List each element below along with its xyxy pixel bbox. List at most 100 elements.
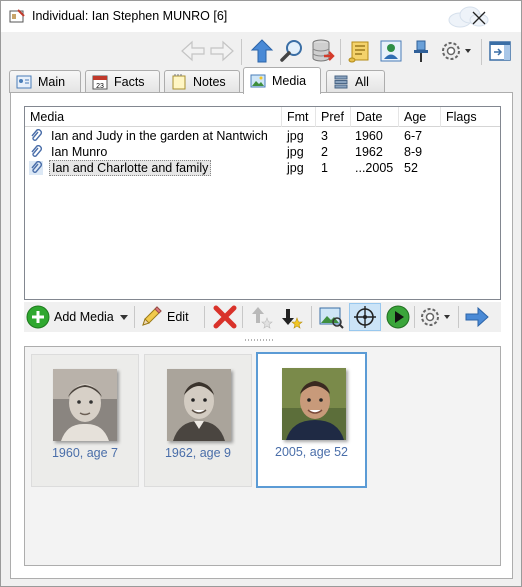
splitter-grip[interactable]: [244, 338, 274, 342]
media-name: Ian and Judy in the garden at Nantwich: [51, 129, 268, 143]
gear-dropdown-icon: [442, 42, 471, 60]
database-icon: [312, 39, 335, 62]
delete-button[interactable]: [213, 303, 237, 331]
tab-media[interactable]: Media: [243, 67, 321, 94]
calendar-icon: 23: [92, 75, 108, 90]
column-date[interactable]: Date: [351, 107, 399, 127]
person-card-icon: [16, 75, 32, 89]
column-age[interactable]: Age: [399, 107, 441, 127]
move-up-button[interactable]: [250, 303, 274, 331]
image-view-icon: [319, 307, 344, 329]
photo-thumbnail: [53, 369, 117, 441]
column-fmt[interactable]: Fmt: [282, 107, 316, 127]
paperclip-icon: [31, 129, 42, 141]
thumbnail-caption: 1960, age 7: [51, 446, 119, 460]
toolbar-separator: [481, 39, 482, 65]
people-icon: [380, 40, 402, 62]
tab-main[interactable]: Main: [9, 70, 81, 93]
toolbar-separator: [242, 306, 243, 328]
gear-dropdown-icon: [421, 308, 450, 326]
right-arrow-icon: [465, 306, 489, 328]
add-media-button[interactable]: Add Media: [26, 303, 129, 331]
paperclip-icon: [31, 145, 42, 157]
toolbar-separator: [204, 306, 205, 328]
media-list[interactable]: Media Fmt Pref Date Age Flags Ian and Ju…: [24, 106, 501, 300]
column-media[interactable]: Media: [25, 107, 282, 127]
move-down-star-icon: [282, 309, 303, 329]
app-icon: [9, 9, 25, 23]
media-settings-button[interactable]: [418, 303, 454, 331]
media-date: ...2005: [355, 161, 394, 175]
up-arrow-icon: [250, 39, 274, 63]
pin-button[interactable]: [407, 37, 435, 65]
notepad-icon: [172, 74, 186, 90]
move-up-star-icon: [252, 307, 273, 329]
report-button[interactable]: [346, 37, 374, 65]
toolbar-separator: [241, 39, 242, 65]
media-format: jpg: [287, 161, 304, 175]
people-button[interactable]: [377, 37, 405, 65]
search-button[interactable]: [278, 37, 306, 65]
individual-window: Individual: Ian Stephen MUNRO [6] Main 2…: [0, 0, 522, 587]
column-pref[interactable]: Pref: [316, 107, 351, 127]
forward-arrow-icon: [210, 40, 234, 62]
thumbnail-caption: 2005, age 52: [275, 445, 348, 459]
media-age: 52: [404, 161, 418, 175]
media-pref: 3: [321, 129, 328, 143]
pin-icon: [414, 40, 428, 62]
thumbnail-item[interactable]: 1962, age 9: [144, 354, 252, 487]
window-sidebar-icon: [489, 41, 511, 61]
media-pref: 1: [321, 161, 328, 175]
calendar-icon-day: 23: [96, 83, 104, 90]
tab-notes-label: Notes: [193, 75, 226, 89]
search-icon: [280, 40, 302, 62]
photo-thumbnail: [167, 369, 231, 441]
play-button[interactable]: [386, 303, 410, 331]
next-button[interactable]: [464, 303, 490, 331]
media-date: 1962: [355, 145, 383, 159]
report-scroll-icon: [348, 41, 369, 63]
tab-all-label: All: [355, 75, 369, 89]
list-item[interactable]: Ian and Charlotte and family jpg 1 ...20…: [25, 160, 500, 176]
settings-dropdown-button[interactable]: [438, 37, 476, 65]
tab-media-label: Media: [272, 74, 307, 88]
media-name: Ian and Charlotte and family: [49, 160, 212, 176]
view-image-button[interactable]: [318, 303, 344, 331]
sidebar-toggle-button[interactable]: [486, 37, 514, 65]
thumbnail-item[interactable]: 1960, age 7: [31, 354, 139, 487]
close-icon[interactable]: [471, 10, 487, 26]
toolbar-separator: [458, 306, 459, 328]
delete-icon: [213, 305, 237, 329]
up-button[interactable]: [248, 37, 276, 65]
back-arrow-icon: [181, 40, 205, 62]
media-date: 1960: [355, 129, 383, 143]
list-item[interactable]: Ian Munro jpg 2 1962 8-9: [25, 144, 500, 160]
media-pref: 2: [321, 145, 328, 159]
toolbar-separator: [414, 306, 415, 328]
media-format: jpg: [287, 145, 304, 159]
add-media-label: Add Media: [54, 310, 114, 324]
list-item[interactable]: Ian and Judy in the garden at Nantwich j…: [25, 128, 500, 144]
tab-main-label: Main: [38, 75, 66, 89]
list-icon: [334, 75, 348, 89]
media-format: jpg: [287, 129, 304, 143]
tab-all[interactable]: All: [326, 70, 385, 93]
media-age: 8-9: [404, 145, 423, 159]
database-button[interactable]: [308, 37, 336, 65]
edit-button[interactable]: Edit: [139, 303, 189, 331]
main-toolbar: [1, 35, 521, 69]
target-button[interactable]: [349, 303, 381, 331]
move-down-button[interactable]: [280, 303, 304, 331]
thumbnail-caption: 1962, age 9: [164, 446, 232, 460]
title-bar: Individual: Ian Stephen MUNRO [6]: [1, 1, 521, 32]
tab-strip: Main 23 Facts Notes Media All: [1, 67, 521, 94]
tab-notes[interactable]: Notes: [164, 70, 240, 93]
back-button[interactable]: [179, 37, 207, 65]
media-list-header: Media Fmt Pref Date Age Flags: [25, 107, 500, 127]
toolbar-separator: [311, 306, 312, 328]
forward-button[interactable]: [208, 37, 236, 65]
media-toolbar: Add Media Edit: [24, 302, 501, 332]
column-flags[interactable]: Flags: [441, 107, 500, 127]
thumbnail-item[interactable]: 2005, age 52: [256, 352, 367, 488]
tab-facts[interactable]: 23 Facts: [85, 70, 160, 93]
